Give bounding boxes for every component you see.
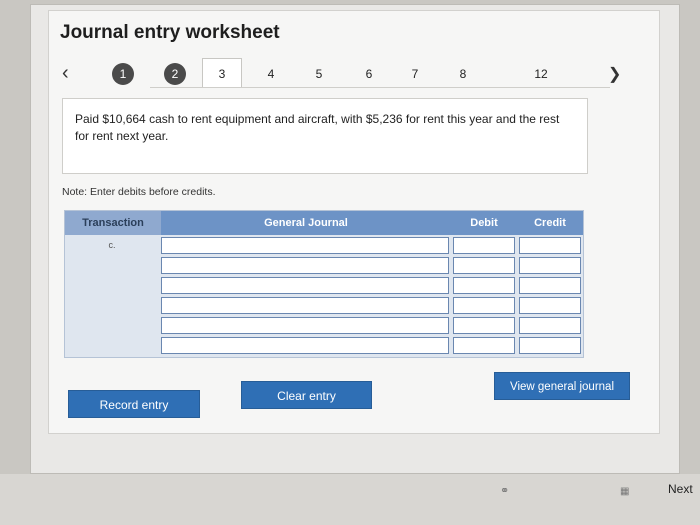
table-row bbox=[65, 335, 583, 355]
account-input[interactable] bbox=[161, 257, 449, 274]
account-input[interactable] bbox=[161, 317, 449, 334]
view-general-journal-button[interactable]: View general journal bbox=[494, 372, 630, 400]
journal-table: Transaction General Journal Debit Credit… bbox=[64, 210, 584, 358]
page-title: Journal entry worksheet bbox=[60, 22, 280, 43]
table-row: c. bbox=[65, 235, 583, 255]
table-row bbox=[65, 255, 583, 275]
grid-icon[interactable]: ▦ bbox=[620, 486, 629, 497]
table-row bbox=[65, 275, 583, 295]
clear-entry-button[interactable]: Clear entry bbox=[241, 381, 372, 409]
step-7[interactable]: 7 bbox=[404, 63, 426, 85]
header-transaction: Transaction bbox=[65, 211, 161, 235]
header-general-journal: General Journal bbox=[264, 217, 348, 229]
record-entry-button[interactable]: Record entry bbox=[68, 390, 200, 418]
credit-input[interactable] bbox=[519, 277, 581, 294]
credit-input[interactable] bbox=[519, 297, 581, 314]
debit-input[interactable] bbox=[453, 337, 515, 354]
credit-input[interactable] bbox=[519, 237, 581, 254]
table-header: Transaction General Journal Debit Credit bbox=[65, 211, 583, 235]
transaction-prompt: Paid $10,664 cash to rent equipment and … bbox=[62, 98, 588, 174]
instruction-note: Note: Enter debits before credits. bbox=[62, 186, 216, 198]
debit-input[interactable] bbox=[453, 237, 515, 254]
account-input[interactable] bbox=[161, 337, 449, 354]
step-12[interactable]: 12 bbox=[530, 63, 552, 85]
debit-input[interactable] bbox=[453, 277, 515, 294]
transaction-label bbox=[67, 297, 157, 314]
transaction-label bbox=[67, 257, 157, 274]
account-input[interactable] bbox=[161, 237, 449, 254]
step-3[interactable]: 3 bbox=[202, 58, 242, 88]
step-2[interactable]: 2 bbox=[164, 63, 186, 85]
step-4[interactable]: 4 bbox=[260, 63, 282, 85]
footer-bar bbox=[0, 474, 700, 525]
credit-input[interactable] bbox=[519, 317, 581, 334]
table-row bbox=[65, 295, 583, 315]
table-row bbox=[65, 315, 583, 335]
debit-input[interactable] bbox=[453, 257, 515, 274]
header-credit: Credit bbox=[534, 217, 566, 229]
debit-input[interactable] bbox=[453, 297, 515, 314]
credit-input[interactable] bbox=[519, 337, 581, 354]
account-input[interactable] bbox=[161, 297, 449, 314]
nav-divider bbox=[150, 87, 610, 88]
step-1[interactable]: 1 bbox=[112, 63, 134, 85]
header-debit: Debit bbox=[470, 217, 498, 229]
step-navigation: ‹ 1 2 3 4 5 6 7 8 12 ❯ bbox=[60, 58, 640, 90]
debit-input[interactable] bbox=[453, 317, 515, 334]
account-input[interactable] bbox=[161, 277, 449, 294]
next-button[interactable]: Next bbox=[668, 482, 693, 496]
chevron-right-icon[interactable]: ❯ bbox=[608, 64, 621, 84]
credit-input[interactable] bbox=[519, 257, 581, 274]
step-6[interactable]: 6 bbox=[358, 63, 380, 85]
chevron-left-icon[interactable]: ‹ bbox=[62, 62, 69, 85]
step-5[interactable]: 5 bbox=[308, 63, 330, 85]
transaction-label bbox=[67, 277, 157, 294]
transaction-label bbox=[67, 337, 157, 354]
link-icon[interactable]: ⚭ bbox=[500, 484, 509, 497]
transaction-label bbox=[67, 317, 157, 334]
step-8[interactable]: 8 bbox=[452, 63, 474, 85]
transaction-label: c. bbox=[108, 240, 116, 250]
